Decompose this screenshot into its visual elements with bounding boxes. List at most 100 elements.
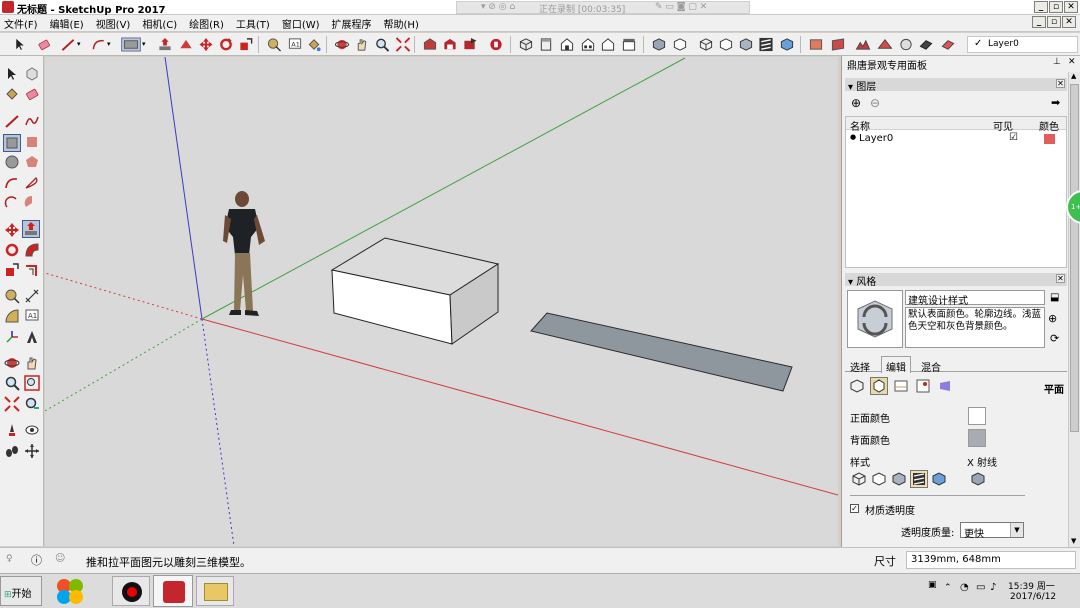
share-model-icon[interactable] (442, 37, 458, 52)
recorder-taskbar-button[interactable] (112, 576, 150, 606)
pie-icon[interactable] (24, 195, 40, 211)
face-settings-icon[interactable] (870, 377, 888, 395)
styles-close-icon[interactable]: ✕ (1056, 274, 1065, 283)
menu-camera[interactable]: 相机(C) (142, 16, 177, 31)
rotate-icon[interactable] (4, 242, 20, 258)
eraser-icon[interactable] (24, 86, 40, 102)
menu-file[interactable]: 文件(F) (4, 16, 38, 31)
windows-flag-icon[interactable] (55, 577, 85, 605)
hidden-line-style-icon[interactable] (872, 472, 886, 486)
walk-icon[interactable] (4, 443, 20, 459)
volume-icon[interactable]: ♪ (990, 582, 996, 593)
tab-select[interactable]: 选择 (850, 359, 870, 374)
monochrome-icon[interactable] (779, 37, 795, 52)
move-icon[interactable] (4, 222, 20, 238)
section-plane-icon[interactable] (808, 37, 824, 52)
front-color-swatch[interactable] (968, 407, 986, 425)
section-display-icon[interactable] (830, 37, 846, 52)
rectangle-icon[interactable] (3, 134, 21, 152)
rotate-tool-icon[interactable] (218, 37, 234, 52)
model-viewport[interactable] (45, 57, 838, 546)
tape-icon[interactable] (4, 288, 20, 304)
clock-date[interactable]: 2017/6/12 (1010, 592, 1056, 602)
style-description-field[interactable]: 默认表面颜色。轮廓边线。浅蓝色天空和灰色背景颜色。 (905, 307, 1045, 348)
pan-icon[interactable] (24, 355, 40, 371)
rectangle-tool-icon[interactable] (120, 37, 142, 52)
top-view-icon[interactable] (538, 37, 554, 52)
close-button[interactable]: ✕ (1064, 1, 1078, 13)
tray-scrollbar[interactable]: ▲ ▼ (1068, 72, 1080, 550)
previous-view-icon[interactable] (24, 396, 40, 412)
iso-view-icon[interactable] (518, 37, 534, 52)
arc-tool-icon[interactable] (91, 37, 107, 52)
wireframe-icon[interactable] (698, 37, 714, 52)
back-color-swatch[interactable] (968, 429, 986, 447)
right-view-icon[interactable] (580, 37, 596, 52)
edge-settings-icon[interactable] (850, 379, 864, 393)
scale-tool-icon[interactable] (238, 37, 254, 52)
drape-icon[interactable] (898, 37, 914, 52)
layers-panel-header[interactable]: ▾ 图层 ✕ (845, 78, 1067, 93)
shaded-icon[interactable] (738, 37, 754, 52)
start-button[interactable]: ⊞开始 (0, 576, 42, 606)
user-icon[interactable]: ☺ (55, 553, 65, 564)
doc-minimize-button[interactable]: _ (1032, 16, 1046, 28)
extension-warehouse-icon[interactable] (488, 37, 504, 52)
tray-close-icon[interactable]: ✕ (1068, 57, 1076, 67)
zoom-icon[interactable] (4, 375, 20, 391)
hidden-line-icon[interactable] (718, 37, 734, 52)
viewport-canvas[interactable] (45, 57, 838, 546)
tape-measure-icon[interactable] (266, 37, 282, 52)
menu-window[interactable]: 窗口(W) (282, 16, 320, 31)
select-icon[interactable] (4, 66, 20, 82)
xray-toggle-icon[interactable] (971, 472, 985, 486)
scale-icon[interactable] (4, 262, 20, 278)
layer-visible-checkbox[interactable]: ☑ (1009, 132, 1018, 143)
menu-help[interactable]: 帮助(H) (384, 16, 419, 31)
offset-icon[interactable] (24, 262, 40, 278)
eraser-tool-icon[interactable] (36, 37, 52, 52)
explorer-taskbar-button[interactable] (196, 576, 234, 606)
move-tool-icon[interactable] (198, 37, 214, 52)
doc-restore-button[interactable]: ▫ (1047, 16, 1061, 28)
zoom-extents-icon[interactable] (395, 37, 411, 52)
remove-layer-icon[interactable]: ⊖ (870, 96, 880, 110)
layer-select[interactable]: ✓ Layer0 (967, 36, 1078, 53)
flip-edge-icon[interactable] (940, 37, 956, 52)
select-tool-icon[interactable] (12, 37, 28, 52)
menu-view[interactable]: 视图(V) (96, 16, 131, 31)
measurements-input[interactable]: 3139mm, 648mm (906, 551, 1076, 569)
orbit-tool-icon[interactable] (334, 37, 350, 52)
share-component-icon[interactable] (462, 37, 478, 52)
styles-panel-header[interactable]: ▾ 风格 ✕ (845, 273, 1067, 288)
layer-options-icon[interactable]: ➡ (1051, 96, 1060, 109)
paint-bucket-icon[interactable] (306, 37, 322, 52)
front-view-icon[interactable] (559, 37, 575, 52)
rectangle-dropdown-icon[interactable]: ▾ (142, 40, 158, 55)
menu-extensions[interactable]: 扩展程序 (332, 16, 372, 31)
followme-tool-icon[interactable] (178, 37, 194, 52)
geo-location-icon[interactable]: ♀ (6, 554, 13, 564)
three-point-arc-icon[interactable] (4, 195, 20, 211)
stamp-icon[interactable] (918, 37, 934, 52)
scroll-up-icon[interactable]: ▲ (1071, 72, 1076, 80)
info-icon[interactable]: ⓘ (31, 552, 42, 568)
make-component-icon[interactable] (24, 66, 40, 82)
position-camera-icon[interactable] (4, 422, 20, 438)
followme-icon[interactable] (24, 242, 40, 258)
tray-network-icon[interactable]: ▣ (928, 580, 937, 590)
tray-pin-icon[interactable]: ⊥ (1053, 57, 1061, 67)
text-icon[interactable]: A1 (24, 308, 40, 324)
tab-edit[interactable]: 编辑 (881, 356, 911, 374)
style-save-icon[interactable]: ⬓ (1050, 292, 1059, 303)
line-tool-icon[interactable] (60, 37, 76, 52)
zoom-extents-tool-icon[interactable] (4, 396, 20, 412)
text-tool-icon[interactable]: A1 (287, 37, 303, 52)
menu-draw[interactable]: 绘图(R) (189, 16, 224, 31)
scroll-down-icon[interactable]: ▼ (1071, 537, 1076, 545)
minimize-button[interactable]: _ (1034, 1, 1048, 13)
add-layer-icon[interactable]: ⊕ (851, 96, 861, 110)
back-view-icon[interactable] (600, 37, 616, 52)
layers-close-icon[interactable]: ✕ (1056, 79, 1065, 88)
shaded-style-icon[interactable] (892, 472, 906, 486)
